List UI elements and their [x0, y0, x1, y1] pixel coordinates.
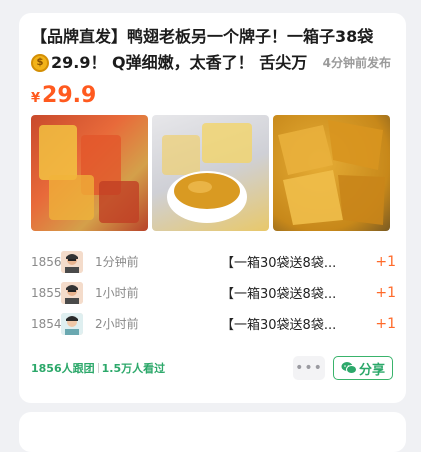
order-time: 2小时前: [95, 317, 139, 331]
order-row[interactable]: 1854 2小时前 【一箱30袋送8袋... +1: [31, 308, 396, 339]
order-time: 1小时前: [95, 286, 139, 300]
order-time: 1分钟前: [95, 255, 139, 269]
price-value: 29.9: [42, 83, 97, 108]
order-list: 1856 1分钟前 【一箱30袋送8袋... +1 1855 1小时前 【一箱3…: [31, 246, 396, 339]
more-dots-icon[interactable]: •••: [293, 356, 325, 380]
order-quantity: +1: [375, 284, 396, 301]
share-button[interactable]: 分享: [333, 356, 393, 380]
title-line-1: 【品牌直发】鸭翅老板另一个牌子！一箱子38袋: [31, 27, 374, 46]
wechat-icon: [341, 362, 357, 374]
next-card[interactable]: [19, 412, 406, 452]
coin-icon: $: [31, 53, 49, 72]
order-quantity: +1: [375, 253, 396, 270]
product-image-2[interactable]: [152, 115, 269, 231]
order-row[interactable]: 1856 1分钟前 【一箱30袋送8袋... +1: [31, 246, 396, 277]
divider: [97, 363, 99, 373]
price: ¥ 29.9: [31, 83, 96, 108]
order-number: 1856: [31, 254, 62, 269]
views-count: 1.5万人看过: [101, 362, 166, 375]
order-row[interactable]: 1855 1小时前 【一箱30袋送8袋... +1: [31, 277, 396, 308]
product-image-1[interactable]: [31, 115, 148, 231]
product-card[interactable]: 【品牌直发】鸭翅老板另一个牌子！一箱子38袋 $ 29.9！ Q弹细嫩，太香了！…: [19, 13, 406, 403]
order-quantity: +1: [375, 315, 396, 332]
order-product: 【一箱30袋送8袋...: [221, 318, 337, 333]
order-number: 1855: [31, 285, 62, 300]
posted-time: 4分钟前发布: [316, 50, 391, 75]
title-line-2: 29.9！ Q弹细嫩，太香了！ 舌尖万: [51, 52, 308, 72]
price-symbol: ¥: [31, 91, 41, 106]
post-title[interactable]: 【品牌直发】鸭翅老板另一个牌子！一箱子38袋 $ 29.9！ Q弹细嫩，太香了！…: [31, 25, 391, 75]
avatar[interactable]: [61, 250, 83, 273]
product-image-3[interactable]: [273, 115, 390, 231]
avatar[interactable]: [61, 312, 83, 335]
order-product: 【一箱30袋送8袋...: [221, 287, 337, 302]
share-label: 分享: [358, 362, 385, 378]
order-number: 1854: [31, 316, 62, 331]
followers-count: 1856人跟团: [31, 362, 95, 375]
card-footer: 1856人跟团 1.5万人看过 ••• 分享: [31, 356, 394, 380]
product-images: [31, 115, 390, 231]
order-product: 【一箱30袋送8袋...: [221, 256, 337, 271]
avatar[interactable]: [61, 281, 83, 304]
